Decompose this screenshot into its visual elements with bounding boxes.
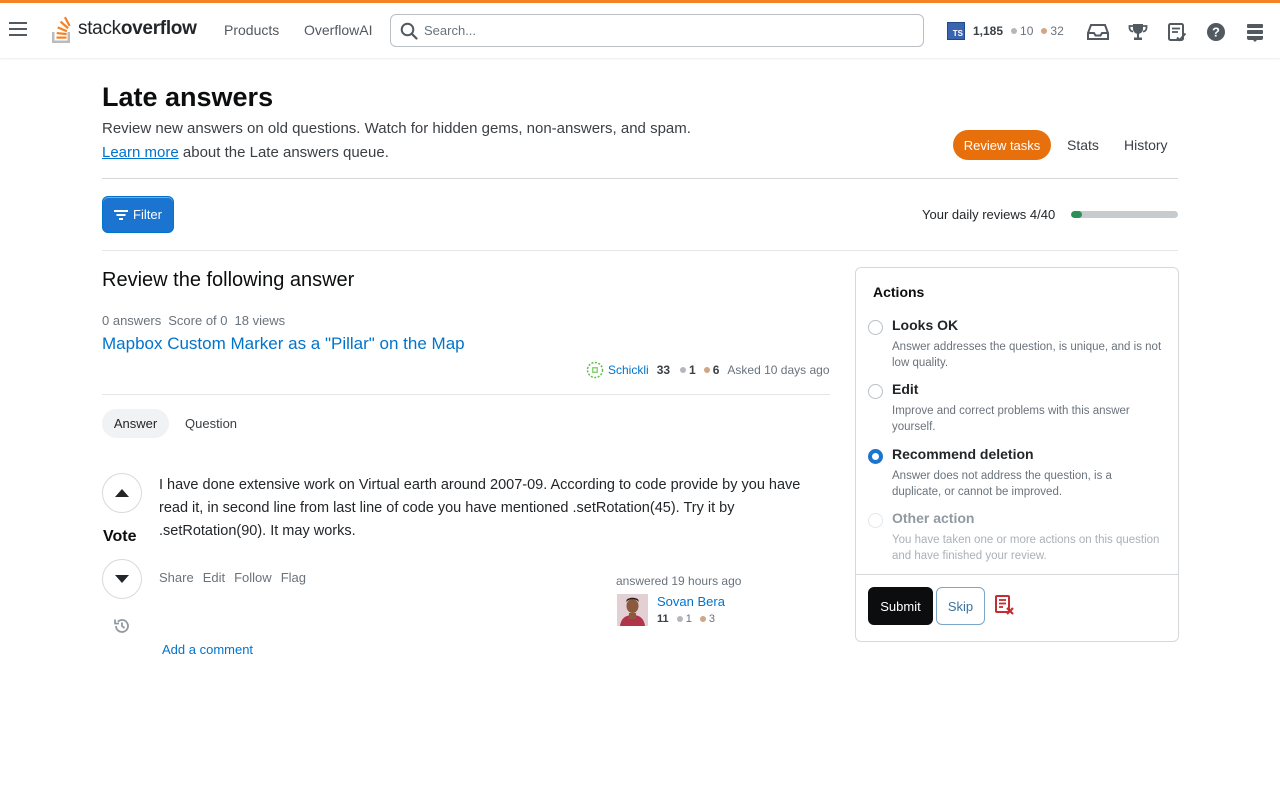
daily-reviews-progress-fill	[1071, 211, 1082, 218]
site-switcher-icon[interactable]	[1244, 21, 1266, 43]
page-title: Late answers	[102, 82, 274, 112]
option-description: You have taken one or more actions on th…	[892, 534, 1160, 562]
option-label: Other action	[892, 510, 975, 526]
asked-time: Asked 10 days ago	[727, 363, 830, 377]
asker-avatar[interactable]	[586, 361, 604, 379]
svg-text:?: ?	[1212, 25, 1220, 40]
user-reputation: 1,185	[973, 24, 1004, 38]
radio-looks-ok[interactable]	[868, 320, 883, 335]
asker-name[interactable]: Schickli	[608, 363, 649, 377]
arrow-up-icon	[115, 489, 129, 497]
search-box[interactable]	[390, 14, 924, 47]
submit-button[interactable]: Submit	[868, 587, 933, 625]
review-heading: Review the following answer	[102, 269, 355, 291]
filter-icon	[114, 209, 129, 220]
answered-time: answered 19 hours ago	[616, 574, 742, 588]
answerer-silver: 1	[685, 613, 692, 625]
silver-badge-icon	[680, 366, 687, 373]
site-logo[interactable]: stackoverflow	[50, 12, 197, 46]
tab-question[interactable]: Question	[185, 416, 237, 431]
nav-overflowai[interactable]: OverflowAI	[304, 22, 372, 38]
bronze-badge-icon	[699, 615, 706, 622]
vote-count: Vote	[103, 528, 137, 545]
share-link[interactable]: Share	[159, 570, 194, 585]
user-summary[interactable]: TS 1,185 10 32	[947, 22, 1064, 40]
option-description: Improve and correct problems with this a…	[892, 405, 1130, 433]
flag-link[interactable]: Flag	[281, 570, 306, 585]
learn-more-line: Learn more about the Late answers queue.	[102, 144, 389, 161]
bronze-badge-count: 32	[1050, 24, 1064, 38]
answerer-reputation: 11	[657, 613, 669, 625]
question-title-link[interactable]: Mapbox Custom Marker as a "Pillar" on th…	[102, 334, 465, 354]
follow-link[interactable]: Follow	[234, 570, 272, 585]
post-menu: Share Edit Follow Flag	[159, 570, 315, 585]
bronze-badge-icon	[1041, 27, 1048, 34]
top-bar: stackoverflow Products OverflowAI TS 1,1…	[0, 0, 1280, 58]
tab-stats[interactable]: Stats	[1067, 137, 1099, 153]
achievements-icon[interactable]	[1127, 21, 1149, 43]
skip-button[interactable]: Skip	[936, 587, 985, 625]
asker-reputation: 33	[656, 363, 671, 377]
answerer-bronze: 3	[708, 613, 716, 625]
tab-answer[interactable]: Answer	[102, 409, 169, 438]
answer-body: I have done extensive work on Virtual ea…	[159, 477, 801, 539]
search-icon	[400, 22, 418, 40]
history-icon[interactable]	[112, 616, 132, 636]
help-icon[interactable]: ?	[1205, 21, 1227, 43]
actions-panel: Actions Looks OK Answer addresses the qu…	[855, 267, 1179, 642]
clear-selection-icon[interactable]	[994, 594, 1016, 616]
tab-review-tasks[interactable]: Review tasks	[953, 130, 1051, 160]
option-description: Answer addresses the question, is unique…	[892, 341, 1162, 369]
option-label: Recommend deletion	[892, 446, 1034, 462]
radio-other-action	[868, 513, 883, 528]
bronze-badge-icon	[703, 366, 710, 373]
learn-more-suffix: about the Late answers queue.	[178, 144, 389, 161]
header-divider	[102, 178, 1178, 179]
silver-badge-count: 10	[1020, 24, 1034, 38]
radio-recommend-deletion[interactable]	[868, 449, 883, 464]
question-views: 18 views	[234, 313, 286, 328]
option-label: Edit	[892, 381, 919, 397]
option-description: Answer does not address the question, is…	[892, 470, 1112, 498]
question-score: Score of 0	[168, 313, 228, 328]
option-label: Looks OK	[892, 317, 959, 333]
tab-history[interactable]: History	[1124, 137, 1168, 153]
filter-label: Filter	[133, 207, 162, 222]
learn-more-link[interactable]: Learn more	[102, 144, 179, 161]
answerer-name[interactable]: Sovan Bera	[657, 594, 725, 609]
silver-badge-icon	[676, 615, 683, 622]
inbox-icon[interactable]	[1087, 21, 1109, 43]
asker-silver: 1	[689, 363, 696, 377]
question-answer-count: 0 answers	[102, 313, 162, 328]
review-queue-icon[interactable]	[1166, 21, 1188, 43]
arrow-down-icon	[115, 575, 129, 583]
stack-logo-icon	[52, 16, 71, 43]
filter-button[interactable]: Filter	[102, 196, 174, 233]
asker-bronze: 6	[712, 363, 720, 377]
radio-edit[interactable]	[868, 384, 883, 399]
toolbar-divider	[102, 250, 1178, 251]
page-description: Review new answers on old questions. Wat…	[102, 120, 691, 137]
menu-icon[interactable]	[9, 22, 27, 36]
add-comment-link[interactable]: Add a comment	[162, 642, 253, 657]
silver-badge-icon	[1011, 27, 1018, 34]
daily-reviews-text: Your daily reviews 4/40	[922, 207, 1056, 222]
question-stats: 0 answers Score of 0 18 views	[102, 313, 292, 328]
answerer-avatar[interactable]	[617, 594, 648, 626]
daily-reviews-progress	[1071, 211, 1178, 218]
downvote-button[interactable]	[102, 559, 142, 599]
nav-products[interactable]: Products	[224, 22, 279, 38]
user-avatar[interactable]: TS	[947, 22, 965, 40]
question-divider	[102, 394, 830, 395]
upvote-button[interactable]	[102, 473, 142, 513]
actions-divider	[856, 574, 1178, 575]
search-input[interactable]	[424, 23, 904, 38]
logo-text: stackoverflow	[78, 18, 197, 39]
answerer-stats: 11 1 3	[657, 613, 715, 625]
actions-title: Actions	[873, 284, 925, 300]
edit-link[interactable]: Edit	[203, 570, 225, 585]
asker-info: Schickli 33 1 6 Asked 10 days ago	[586, 361, 830, 379]
